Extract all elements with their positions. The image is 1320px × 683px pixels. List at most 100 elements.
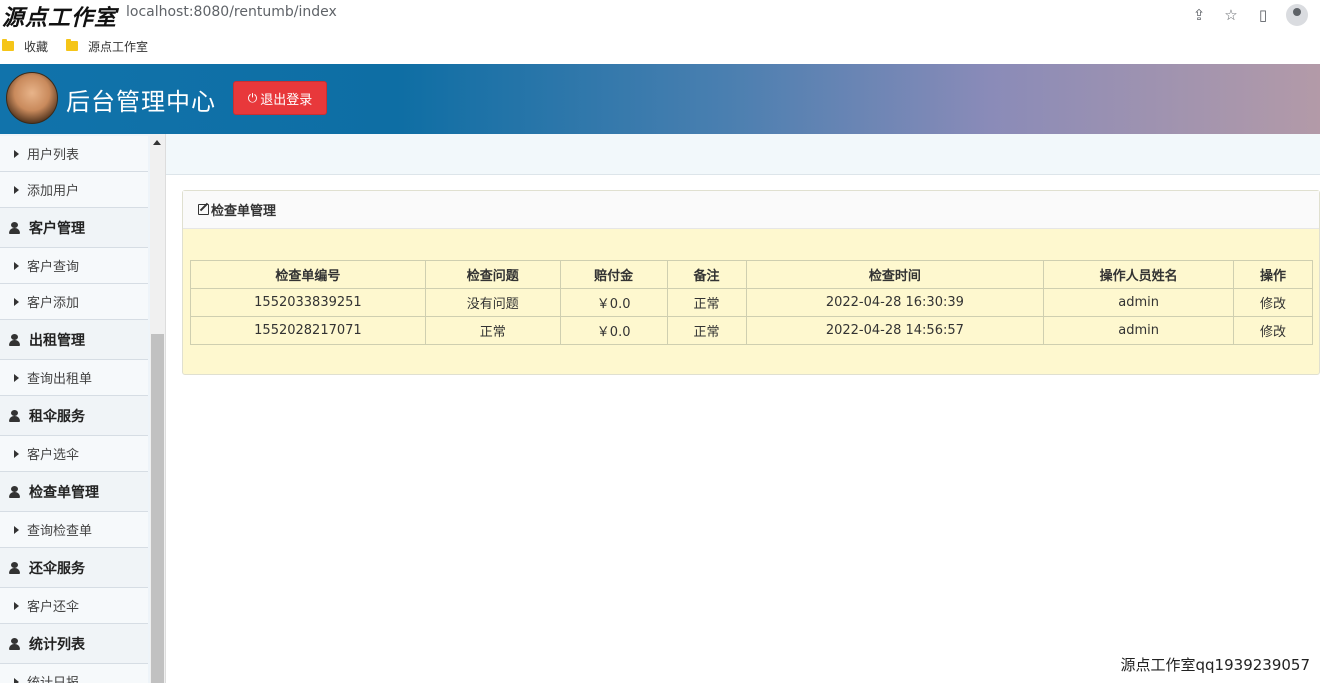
- sidebar: 用户列表添加用户客户管理客户查询客户添加出租管理查询出租单租伞服务客户选伞检查单…: [0, 134, 166, 683]
- bookmark-studio[interactable]: 源点工作室: [66, 38, 148, 55]
- sidebar-item-label: 租伞服务: [29, 408, 85, 425]
- content-top-strip: [166, 134, 1320, 175]
- column-header: 操作: [1233, 260, 1313, 289]
- table-cell: 1552033839251: [190, 288, 426, 317]
- table-row: 1552033839251 没有问题 ￥0.0 正常 2022-04-28 16:30:…: [190, 288, 1313, 317]
- sidebar-item[interactable]: 客户添加: [0, 284, 148, 320]
- caret-right-icon: [14, 373, 19, 382]
- sidebar-item[interactable]: 客户查询: [0, 248, 148, 284]
- sidebar-item[interactable]: 客户还伞: [0, 588, 148, 624]
- table-header-row: 检查单编号 检查问题 赔付金 备注 检查时间 操作人员姓名 操作: [190, 260, 1313, 289]
- sidebar-item-label: 还伞服务: [29, 560, 85, 577]
- sidebar-item[interactable]: 统计日报: [0, 664, 148, 683]
- browser-toolbar: ⇪ ☆ ▯: [1190, 4, 1308, 26]
- user-icon: [9, 409, 20, 422]
- sidebar-item[interactable]: 添加用户: [0, 172, 148, 208]
- table-cell: 正常: [424, 316, 561, 345]
- table-cell: 2022-04-28 14:56:57: [745, 316, 1045, 345]
- user-icon: [9, 333, 20, 346]
- page-title: 后台管理中心: [66, 88, 216, 116]
- sidebar-item-label: 添加用户: [27, 184, 80, 199]
- profile-icon[interactable]: [1286, 4, 1308, 26]
- sidebar-item-label: 客户查询: [27, 260, 80, 275]
- column-header: 检查单编号: [190, 260, 426, 289]
- footer-watermark: 源点工作室qq1939239057: [1120, 656, 1310, 674]
- sidebar-item-label: 出租管理: [29, 332, 85, 349]
- folder-icon: [66, 39, 79, 51]
- sidebar-item-label: 查询检查单: [27, 524, 93, 539]
- sidebar-item[interactable]: 检查单管理: [0, 472, 148, 512]
- sidebar-item-label: 统计日报: [27, 672, 79, 683]
- caret-right-icon: [14, 601, 19, 610]
- inspection-table: 检查单编号 检查问题 赔付金 备注 检查时间 操作人员姓名 操作 1552033839251…: [190, 260, 1313, 345]
- table-cell: ￥0.0: [559, 316, 668, 345]
- table-cell: admin: [1043, 316, 1235, 345]
- column-header: 操作人员姓名: [1043, 260, 1235, 289]
- edit-icon: [198, 204, 209, 215]
- folder-icon: [2, 39, 14, 51]
- watermark-logo: 源点工作室: [2, 5, 118, 31]
- table-row: 1552028217071 正常 ￥0.0 正常 2022-04-28 14:56:57…: [190, 316, 1313, 345]
- sidebar-item-label: 客户管理: [29, 220, 85, 237]
- sidebar-item[interactable]: 客户选伞: [0, 436, 148, 472]
- edit-link[interactable]: 修改: [1233, 316, 1313, 345]
- panel-title: 检查单管理: [211, 204, 277, 219]
- sidebar-item-label: 客户还伞: [27, 600, 80, 615]
- sidebar-item[interactable]: 查询检查单: [0, 512, 148, 548]
- sidebar-item-label: 客户添加: [27, 296, 80, 311]
- user-icon: [9, 561, 20, 574]
- logout-label: 退出登录: [260, 92, 313, 108]
- bookmark-favorites[interactable]: 收藏: [2, 38, 48, 55]
- sidebar-item-label: 客户选伞: [27, 448, 80, 463]
- url-field[interactable]: localhost:8080/rentumb/index: [126, 4, 337, 20]
- user-icon: [9, 221, 20, 234]
- avatar: [6, 72, 58, 124]
- table-cell: ￥0.0: [559, 288, 668, 317]
- inspection-panel: 检查单管理 检查单编号 检查问题 赔付金 备注 检查时间 操作人员姓名 操作 1552033…: [182, 190, 1320, 375]
- table-cell: 没有问题: [424, 288, 561, 317]
- table-cell: 1552028217071: [190, 316, 426, 345]
- table-cell: 正常: [666, 316, 747, 345]
- bookmark-label: 源点工作室: [88, 39, 149, 54]
- sidebar-item[interactable]: 租伞服务: [0, 396, 148, 436]
- power-icon: ⏻: [247, 90, 258, 105]
- sidepanel-icon[interactable]: ▯: [1254, 6, 1272, 24]
- caret-right-icon: [14, 185, 19, 194]
- table-cell: 正常: [666, 288, 747, 317]
- caret-right-icon: [14, 261, 19, 270]
- column-header: 备注: [666, 260, 747, 289]
- panel-header: 检查单管理: [183, 191, 1319, 229]
- caret-right-icon: [14, 297, 19, 306]
- scrollbar-thumb[interactable]: [151, 334, 164, 683]
- sidebar-item-label: 查询出租单: [27, 372, 93, 387]
- edit-link[interactable]: 修改: [1233, 288, 1313, 317]
- user-icon: [9, 485, 20, 498]
- sidebar-item[interactable]: 还伞服务: [0, 548, 148, 588]
- caret-right-icon: [14, 525, 19, 534]
- table-cell: admin: [1043, 288, 1235, 317]
- app-header: 后台管理中心 ⏻ 退出登录: [0, 64, 1320, 134]
- browser-address-bar: localhost:8080/rentumb/index ⇪ ☆ ▯: [0, 0, 1320, 28]
- caret-right-icon: [14, 449, 19, 458]
- caret-right-icon: [14, 149, 19, 158]
- sidebar-item-label: 检查单管理: [29, 484, 99, 501]
- sidebar-item[interactable]: 统计列表: [0, 624, 148, 664]
- column-header: 赔付金: [559, 260, 668, 289]
- table-cell: 2022-04-28 16:30:39: [745, 288, 1045, 317]
- bookmark-label: 收藏: [24, 39, 49, 54]
- sidebar-item[interactable]: 查询出租单: [0, 360, 148, 396]
- share-icon[interactable]: ⇪: [1190, 6, 1208, 24]
- sidebar-scrollbar[interactable]: [150, 134, 165, 683]
- sidebar-item[interactable]: 用户列表: [0, 136, 148, 172]
- sidebar-item[interactable]: 出租管理: [0, 320, 148, 360]
- scroll-up-icon[interactable]: [153, 140, 161, 145]
- star-icon[interactable]: ☆: [1222, 6, 1240, 24]
- sidebar-item-label: 统计列表: [29, 636, 85, 653]
- sidebar-item[interactable]: 客户管理: [0, 208, 148, 248]
- user-icon: [9, 637, 20, 650]
- caret-right-icon: [14, 677, 19, 683]
- column-header: 检查问题: [424, 260, 561, 289]
- logout-button[interactable]: ⏻ 退出登录: [233, 81, 327, 115]
- sidebar-item-label: 用户列表: [27, 148, 80, 163]
- bookmarks-bar: 收藏 源点工作室: [0, 34, 1320, 58]
